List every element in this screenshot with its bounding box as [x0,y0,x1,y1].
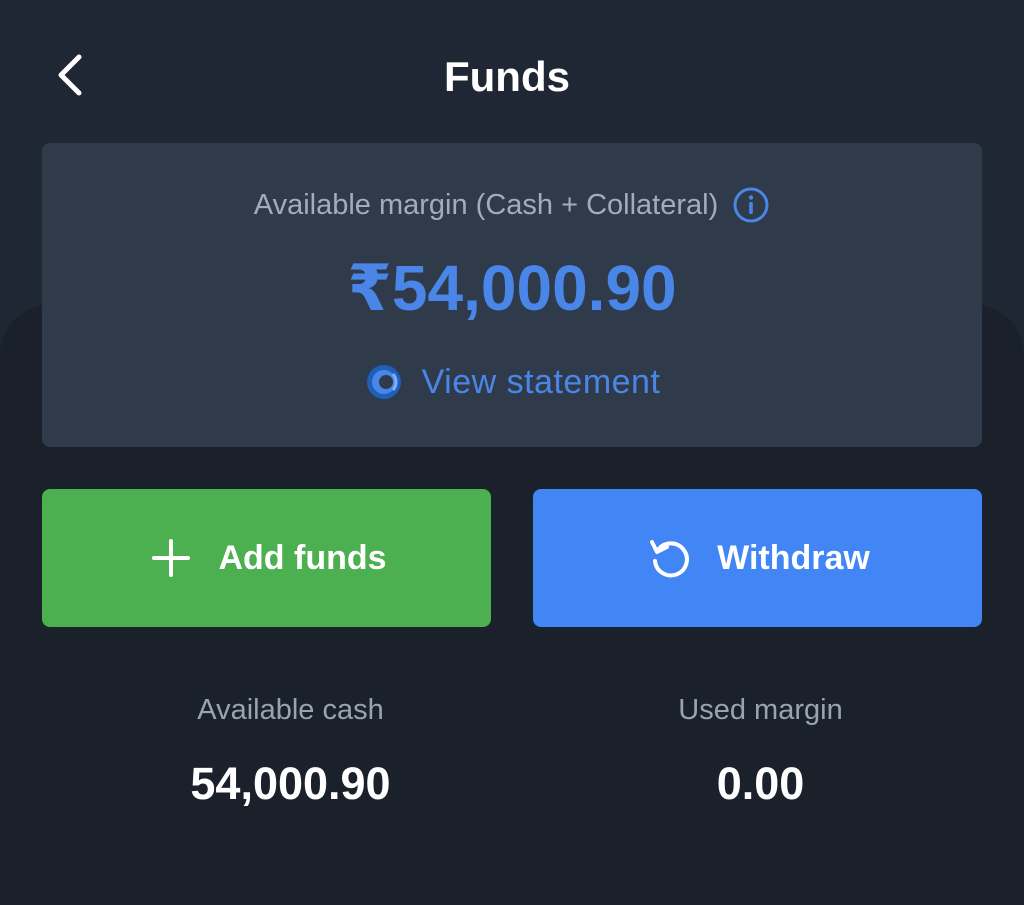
available-margin-label: Available margin (Cash + Collateral) [253,189,719,221]
margin-label-row: Available margin (Cash + Collateral) [42,183,982,227]
withdraw-label: Withdraw [717,539,870,577]
withdraw-button[interactable]: Withdraw [533,489,982,627]
withdraw-icon [645,533,695,583]
add-funds-label: Add funds [218,539,387,577]
header: Funds [0,0,1024,150]
view-statement-label: View statement [421,363,661,401]
add-funds-button[interactable]: Add funds [42,489,491,627]
view-statement-link[interactable]: View statement [42,358,982,406]
available-margin-value: ₹54,000.90 [347,252,677,324]
plus-icon [146,533,196,583]
used-margin-label: Used margin [678,694,843,726]
available-margin-card: Available margin (Cash + Collateral) ₹54… [42,143,982,447]
available-cash-value: 54,000.90 [190,758,391,809]
info-icon[interactable] [732,186,770,224]
used-margin-stat: Used margin 0.00 [536,688,985,812]
available-cash-label: Available cash [197,694,384,726]
available-cash-stat: Available cash 54,000.90 [66,688,515,812]
page-title: Funds [444,53,570,100]
statement-icon [364,362,404,402]
used-margin-value: 0.00 [716,758,805,809]
